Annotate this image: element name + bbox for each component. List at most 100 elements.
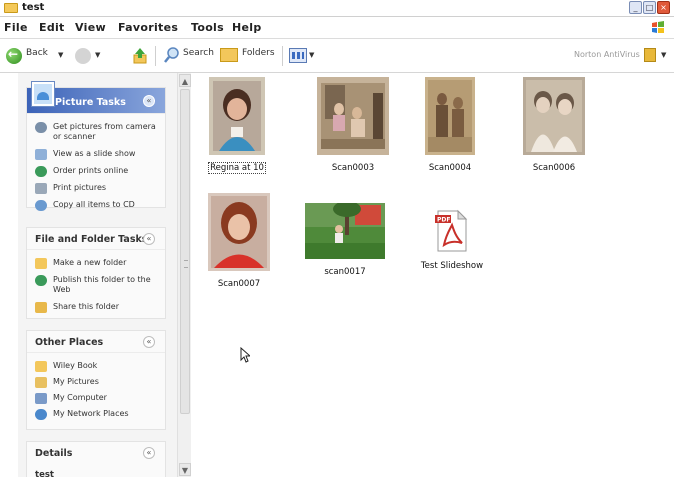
file-name: Scan0007 [217, 279, 261, 289]
file-item[interactable]: scan0017 [300, 201, 390, 277]
file-item[interactable]: Scan0006 [509, 77, 599, 173]
place-my-computer[interactable]: My Computer [27, 393, 165, 404]
file-name: Scan0003 [331, 163, 375, 173]
photo-thumbnail [425, 77, 475, 155]
menu-edit[interactable]: Edit [39, 21, 65, 34]
globe-icon [35, 166, 47, 177]
search-icon[interactable] [164, 46, 180, 64]
task-label: Copy all items to CD [53, 200, 135, 209]
forward-arrow-icon[interactable] [75, 48, 91, 64]
file-item[interactable]: Scan0004 [405, 77, 495, 173]
file-folder-tasks-header[interactable]: File and Folder Tasks « [27, 228, 165, 250]
file-name: Test Slideshow [420, 261, 484, 271]
norton-antivirus-icon[interactable] [644, 48, 656, 62]
photo-thumbnail [523, 77, 585, 155]
windows-logo-icon [652, 21, 664, 33]
back-button[interactable]: Back [26, 48, 48, 58]
other-places-header[interactable]: Other Places « [27, 331, 165, 353]
details-header[interactable]: Details « [27, 442, 165, 464]
folders-icon[interactable] [220, 48, 238, 62]
place-label: My Network Places [53, 409, 129, 418]
place-label: My Pictures [53, 377, 99, 386]
collapse-icon[interactable]: « [143, 336, 155, 348]
back-arrow-icon[interactable] [6, 47, 22, 64]
scroll-up-button[interactable]: ▲ [179, 74, 191, 87]
file-item[interactable]: Regina at 10 [192, 77, 282, 174]
scroll-down-button[interactable]: ▼ [179, 463, 191, 476]
views-icon[interactable] [289, 48, 307, 63]
svg-text:PDF: PDF [437, 217, 450, 224]
norton-antivirus-label[interactable]: Norton AntiVirus [574, 50, 640, 59]
other-places-panel: Other Places « Wiley Book My Pictures My… [26, 330, 166, 430]
task-label: Order prints online [53, 166, 129, 175]
printer-icon [35, 183, 47, 194]
file-name: Scan0006 [532, 163, 576, 173]
slideshow-icon [35, 149, 47, 160]
search-button[interactable]: Search [183, 48, 214, 58]
views-dropdown-icon[interactable]: ▼ [309, 51, 314, 59]
task-label: Publish this folder to the Web [53, 275, 151, 294]
place-label: My Computer [53, 393, 107, 402]
folder-icon [35, 361, 47, 372]
file-name: scan0017 [324, 267, 366, 277]
scroll-thumb[interactable] [180, 89, 190, 414]
close-button[interactable]: × [657, 1, 670, 14]
picture-tasks-panel: Picture Tasks « Get pictures from camera… [26, 82, 166, 211]
task-make-folder[interactable]: Make a new folder [27, 258, 165, 269]
camera-icon [35, 122, 47, 133]
toolbar-separator [155, 46, 156, 66]
task-pane-scrollbar[interactable]: ▲ ▼ [177, 73, 191, 477]
file-name: Regina at 10 [208, 162, 266, 174]
task-copy-to-cd[interactable]: Copy all items to CD [27, 200, 165, 211]
up-folder-icon[interactable] [133, 47, 147, 64]
task-label: Get pictures from camera or scanner [53, 122, 156, 141]
menu-view[interactable]: View [75, 21, 106, 34]
task-print-pictures[interactable]: Print pictures [27, 183, 165, 194]
photo-thumbnail [305, 201, 385, 259]
new-folder-icon [35, 258, 47, 269]
task-get-pictures[interactable]: Get pictures from camera or scanner [27, 122, 165, 142]
file-item[interactable]: Scan0007 [194, 193, 284, 289]
minimize-button[interactable]: _ [629, 1, 642, 14]
title-bar: test _ □ × [0, 0, 674, 17]
menu-bar: File Edit View Favorites Tools Help [0, 17, 674, 39]
file-folder-tasks-panel: File and Folder Tasks « Make a new folde… [26, 227, 166, 319]
file-item[interactable]: Scan0003 [308, 77, 398, 173]
place-wiley-book[interactable]: Wiley Book [27, 361, 165, 372]
network-icon [35, 409, 47, 420]
place-label: Wiley Book [53, 361, 98, 370]
toolbar: Back ▼ ▼ Search Folders ▼ Norton AntiVir… [0, 40, 674, 73]
task-view-slideshow[interactable]: View as a slide show [27, 149, 165, 160]
picture-tasks-header[interactable]: Picture Tasks « [27, 82, 165, 114]
collapse-icon[interactable]: « [143, 233, 155, 245]
back-dropdown-icon[interactable]: ▼ [58, 51, 63, 59]
task-share-folder[interactable]: Share this folder [27, 302, 165, 313]
task-label: Share this folder [53, 302, 119, 311]
window-title: test [22, 2, 45, 13]
maximize-button[interactable]: □ [643, 1, 656, 14]
menu-favorites[interactable]: Favorites [118, 21, 178, 34]
task-publish-web[interactable]: Publish this folder to the Web [27, 275, 165, 295]
forward-dropdown-icon[interactable]: ▼ [95, 51, 100, 59]
panel-title: File and Folder Tasks [35, 234, 148, 245]
place-my-pictures[interactable]: My Pictures [27, 377, 165, 388]
folder-icon [4, 3, 18, 13]
collapse-icon[interactable]: « [143, 95, 155, 107]
collapse-icon[interactable]: « [143, 447, 155, 459]
task-order-prints[interactable]: Order prints online [27, 166, 165, 177]
menu-tools[interactable]: Tools [191, 21, 224, 34]
task-label: Make a new folder [53, 258, 127, 267]
photo-thumbnail [209, 77, 265, 155]
menu-file[interactable]: File [4, 21, 28, 34]
photo-thumbnail [208, 193, 270, 271]
menu-help[interactable]: Help [232, 21, 262, 34]
folders-button[interactable]: Folders [242, 48, 275, 58]
panel-title: Picture Tasks [55, 97, 126, 108]
picture-tasks-icon [32, 82, 54, 106]
place-my-network[interactable]: My Network Places [27, 409, 165, 420]
panel-title: Details [35, 448, 73, 459]
file-item[interactable]: PDF Test Slideshow [407, 209, 497, 271]
norton-dropdown-icon[interactable]: ▼ [661, 51, 666, 59]
task-pane: Picture Tasks « Get pictures from camera… [18, 73, 178, 477]
task-label: View as a slide show [53, 149, 136, 158]
